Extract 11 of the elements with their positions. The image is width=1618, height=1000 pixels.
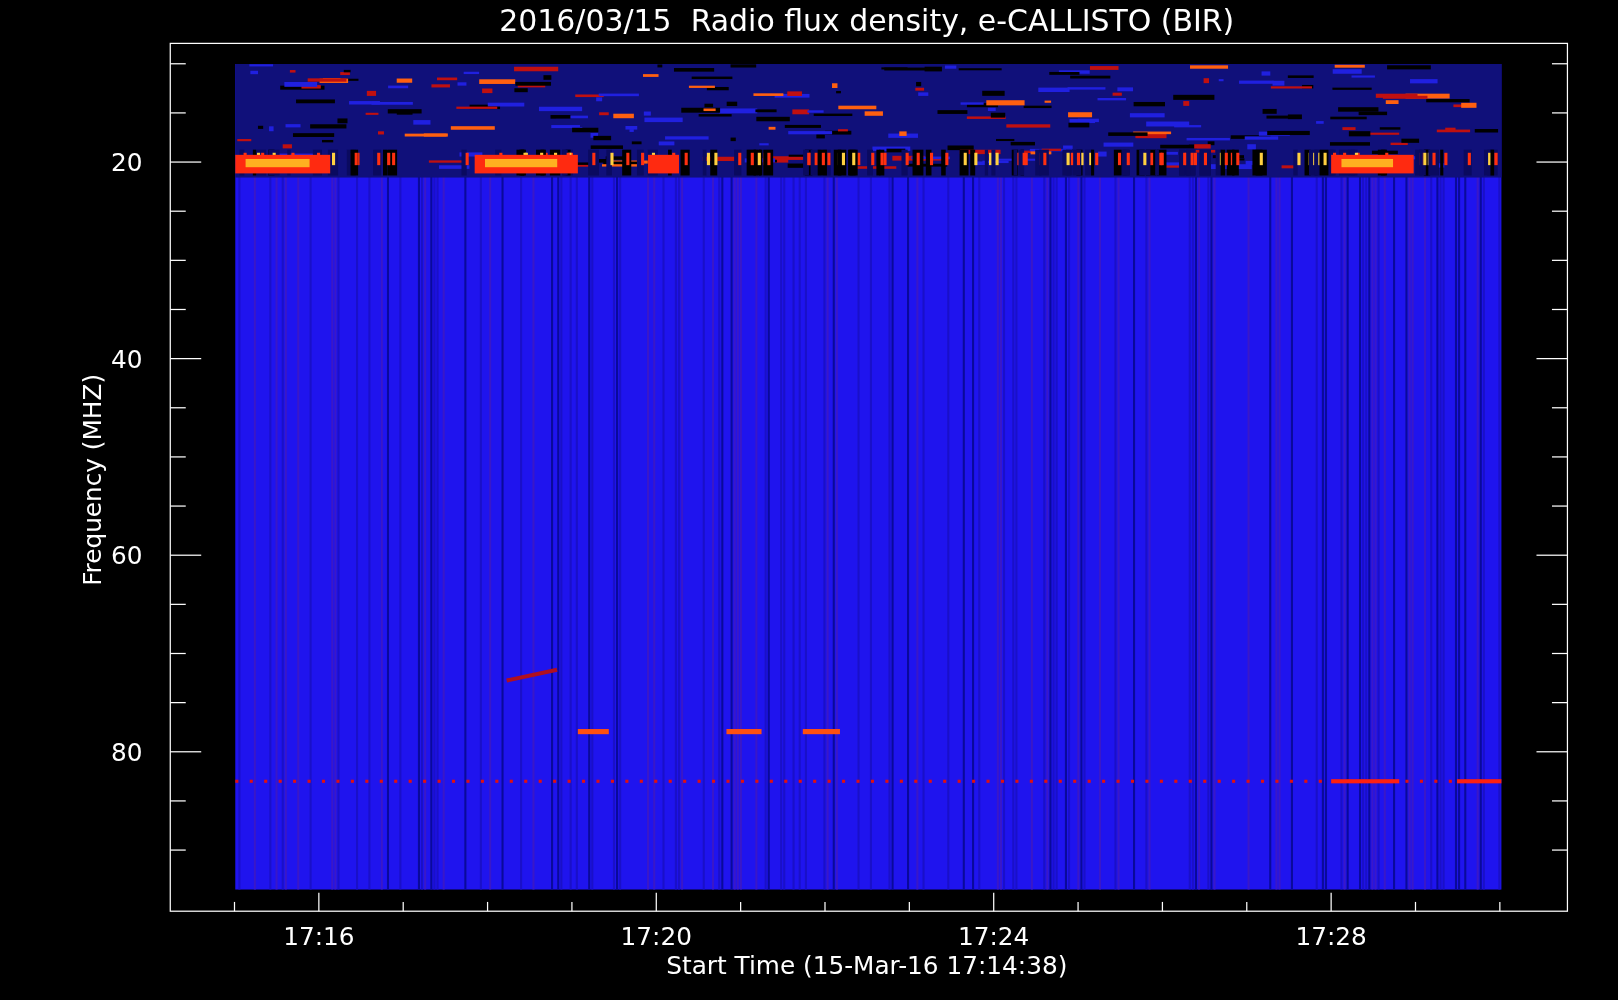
y-tick-label: 60 [110,541,143,571]
y-axis-label: Frequency (MHZ) [78,373,108,586]
y-tick-label: 80 [110,738,143,768]
y-tick-label: 20 [110,148,143,178]
x-tick-label: 17:24 [958,922,1030,952]
y-tick-label: 40 [110,344,143,374]
chart-title: 2016/03/15 Radio flux density, e-CALLISTO (BIR) [499,3,1235,38]
x-tick-label: 17:28 [1295,922,1367,952]
x-axis-label: Start Time (15-Mar-16 17:14:38) [666,951,1068,981]
x-tick-label: 17:16 [283,922,355,952]
x-tick-label: 17:20 [620,922,692,952]
